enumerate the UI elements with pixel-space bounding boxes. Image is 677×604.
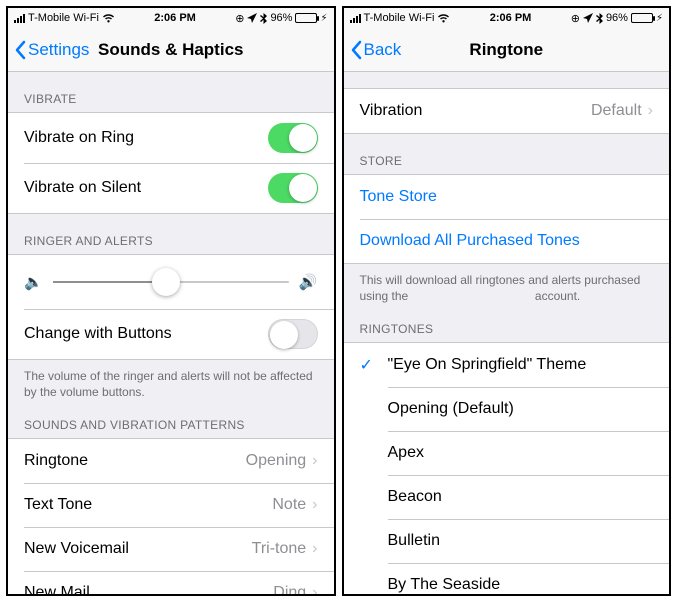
device-sounds-haptics: T-Mobile Wi-Fi 2:06 PM ⊕ 96% ⚡︎ Settings… <box>6 6 336 596</box>
section-header-vibrate: Vibrate <box>8 72 334 112</box>
ringtone-name: "Eye On Springfield" Theme <box>388 356 654 374</box>
ringtone-name: By The Seaside <box>388 576 654 594</box>
clock-label: 2:06 PM <box>154 12 196 24</box>
row-label: Vibration <box>360 102 591 120</box>
row-volume-slider[interactable]: 🔈 🔊 <box>8 255 334 309</box>
row-value: Default <box>591 102 642 120</box>
row-ringtone-item[interactable]: Apex <box>344 431 670 475</box>
row-new-voicemail[interactable]: New Voicemail Tri-tone › <box>8 527 334 571</box>
battery-pct-label: 96% <box>270 12 292 24</box>
charging-icon: ⚡︎ <box>320 13 327 24</box>
row-vibration[interactable]: Vibration Default › <box>344 89 670 133</box>
ringtone-name: Beacon <box>388 488 654 506</box>
back-label: Back <box>364 40 402 60</box>
section-footer-ringer: The volume of the ringer and alerts will… <box>8 360 334 408</box>
status-bar: T-Mobile Wi-Fi 2:06 PM ⊕ 96% ⚡︎ <box>8 8 334 28</box>
location-icon <box>247 13 257 23</box>
row-label: New Voicemail <box>24 540 252 558</box>
row-label: Vibrate on Ring <box>24 129 268 147</box>
nav-bar: Back Ringtone <box>344 28 670 72</box>
signal-icon <box>350 14 361 23</box>
row-label: Vibrate on Silent <box>24 179 268 197</box>
chevron-left-icon <box>350 40 362 60</box>
bluetooth-icon <box>260 13 267 24</box>
row-tone-store[interactable]: Tone Store <box>344 175 670 219</box>
bluetooth-icon <box>596 13 603 24</box>
chevron-right-icon: › <box>312 584 317 594</box>
alarm-icon: ⊕ <box>235 12 244 25</box>
link-label: Download All Purchased Tones <box>360 232 654 250</box>
clock-label: 2:06 PM <box>490 12 532 24</box>
nav-bar: Settings Sounds & Haptics <box>8 28 334 72</box>
chevron-right-icon: › <box>312 452 317 470</box>
ringtone-name: Bulletin <box>388 532 654 550</box>
row-ringtone-selected[interactable]: ✓ "Eye On Springfield" Theme <box>344 343 670 387</box>
battery-icon <box>631 13 653 23</box>
signal-icon <box>14 14 25 23</box>
row-ringtone-item[interactable]: Bulletin <box>344 519 670 563</box>
chevron-right-icon: › <box>312 496 317 514</box>
device-ringtone: T-Mobile Wi-Fi 2:06 PM ⊕ 96% ⚡︎ Back Rin… <box>342 6 672 596</box>
ringtone-content[interactable]: Vibration Default › Store Tone Store Dow… <box>344 72 670 594</box>
row-label: Change with Buttons <box>24 325 268 343</box>
section-header-sounds: Sounds and Vibration Patterns <box>8 408 334 438</box>
sounds-content[interactable]: Vibrate Vibrate on Ring Vibrate on Silen… <box>8 72 334 594</box>
row-label: Text Tone <box>24 496 272 514</box>
chevron-left-icon <box>14 40 26 60</box>
volume-slider[interactable] <box>53 281 289 283</box>
back-button[interactable]: Back <box>344 40 402 60</box>
row-label: New Mail <box>24 584 273 594</box>
battery-pct-label: 96% <box>606 12 628 24</box>
row-change-with-buttons[interactable]: Change with Buttons <box>8 309 334 359</box>
switch-vibrate-on-silent[interactable] <box>268 173 318 203</box>
ringtone-name: Opening (Default) <box>388 400 654 418</box>
check-icon: ✓ <box>360 355 388 375</box>
row-download-all[interactable]: Download All Purchased Tones <box>344 219 670 263</box>
row-value: Opening <box>246 452 307 470</box>
switch-change-with-buttons[interactable] <box>268 319 318 349</box>
row-ringtone[interactable]: Ringtone Opening › <box>8 439 334 483</box>
back-button[interactable]: Settings <box>8 40 89 60</box>
chevron-right-icon: › <box>648 102 653 120</box>
section-header-ringtones: Ringtones <box>344 312 670 342</box>
row-value: Tri-tone <box>252 540 307 558</box>
section-header-store: Store <box>344 134 670 174</box>
row-value: Ding <box>273 584 306 594</box>
volume-high-icon: 🔊 <box>299 273 318 291</box>
ringtone-name: Apex <box>388 444 654 462</box>
wifi-icon <box>437 13 450 23</box>
section-footer-store: This will download all ringtones and ale… <box>344 264 670 312</box>
charging-icon: ⚡︎ <box>656 13 663 24</box>
back-label: Settings <box>28 40 89 60</box>
row-label: Ringtone <box>24 452 246 470</box>
row-vibrate-on-ring[interactable]: Vibrate on Ring <box>8 113 334 163</box>
volume-low-icon: 🔈 <box>24 273 43 291</box>
link-label: Tone Store <box>360 188 654 206</box>
status-bar: T-Mobile Wi-Fi 2:06 PM ⊕ 96% ⚡︎ <box>344 8 670 28</box>
wifi-icon <box>102 13 115 23</box>
carrier-label: T-Mobile Wi-Fi <box>28 12 99 24</box>
alarm-icon: ⊕ <box>571 12 580 25</box>
chevron-right-icon: › <box>312 540 317 558</box>
row-ringtone-item[interactable]: Opening (Default) <box>344 387 670 431</box>
row-ringtone-item[interactable]: By The Seaside <box>344 563 670 594</box>
row-vibrate-on-silent[interactable]: Vibrate on Silent <box>8 163 334 213</box>
battery-icon <box>295 13 317 23</box>
row-value: Note <box>272 496 306 514</box>
row-text-tone[interactable]: Text Tone Note › <box>8 483 334 527</box>
section-header-ringer: Ringer and Alerts <box>8 214 334 254</box>
location-icon <box>583 13 593 23</box>
row-new-mail[interactable]: New Mail Ding › <box>8 571 334 594</box>
switch-vibrate-on-ring[interactable] <box>268 123 318 153</box>
row-ringtone-item[interactable]: Beacon <box>344 475 670 519</box>
carrier-label: T-Mobile Wi-Fi <box>364 12 435 24</box>
